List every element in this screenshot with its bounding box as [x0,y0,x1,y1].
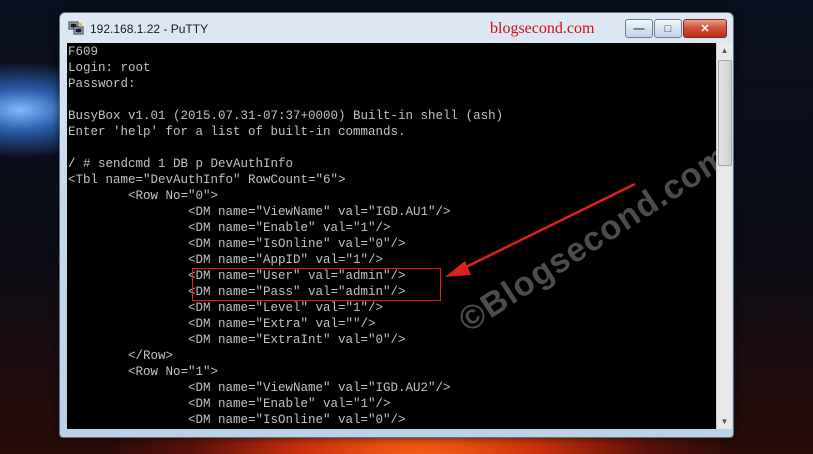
terminal-line: Login: root [68,61,151,75]
close-button[interactable]: ✕ [683,19,727,38]
terminal-line: <DM name="IsOnline" val="0"/> [68,413,406,427]
site-watermark: blogsecond.com [490,20,595,37]
scroll-up-button[interactable]: ▲ [717,43,732,58]
maximize-button[interactable]: □ [654,19,682,38]
scrollbar-thumb[interactable] [718,60,732,166]
maximize-icon: □ [664,22,672,35]
terminal-line: <DM name="AppID" val="1"/> [68,253,384,267]
close-icon: ✕ [700,23,710,35]
scroll-down-button[interactable]: ▼ [717,414,732,429]
terminal-line: BusyBox v1.01 (2015.07.31-07:37+0000) Bu… [68,109,504,123]
terminal-line: <Row No="0"> [68,189,219,203]
terminal-line: <DM name="ViewName" val="IGD.AU2"/> [68,381,451,395]
minimize-icon: — [633,22,645,35]
terminal-line: <Tbl name="DevAuthInfo" RowCount="6"> [68,173,346,187]
terminal-line: <DM name="IsOnline" val="0"/> [68,237,406,251]
terminal-line: <DM name="Enable" val="1"/> [68,221,391,235]
terminal-output: F609 Login: root Password: BusyBox v1.01 (2… [68,44,503,428]
terminal-line: <DM name="Extra" val=""/> [68,317,376,331]
arrow-down-icon: ▼ [720,417,729,426]
putty-window: 192.168.1.22 - PuTTY blogsecond.com — □ … [59,12,734,438]
window-controls: — □ ✕ [624,19,727,38]
terminal-line: </Row> [68,349,174,363]
terminal-line: <DM name="Enable" val="1"/> [68,397,391,411]
terminal-line: F609 [68,45,99,59]
terminal-line: <DM name="ExtraInt" val="0"/> [68,333,406,347]
vertical-scrollbar[interactable]: ▲ ▼ [716,43,732,429]
terminal-line: Enter 'help' for a list of built-in comm… [68,125,406,139]
putty-app-icon[interactable] [68,21,84,35]
terminal-line: <DM name="Level" val="1"/> [68,301,384,315]
terminal-line: / # sendcmd 1 DB p DevAuthInfo [68,157,294,171]
credentials-highlight-box [192,268,441,301]
arrow-up-icon: ▲ [720,46,729,55]
title-bar[interactable]: 192.168.1.22 - PuTTY blogsecond.com — □ … [60,13,733,43]
window-title: 192.168.1.22 - PuTTY [90,22,209,36]
terminal-line: <DM name="ViewName" val="IGD.AU1"/> [68,205,451,219]
minimize-button[interactable]: — [625,19,653,38]
terminal-area[interactable]: F609 Login: root Password: BusyBox v1.01 (2… [67,43,716,429]
terminal-line: Password: [68,77,136,91]
terminal-line: <Row No="1"> [68,365,219,379]
